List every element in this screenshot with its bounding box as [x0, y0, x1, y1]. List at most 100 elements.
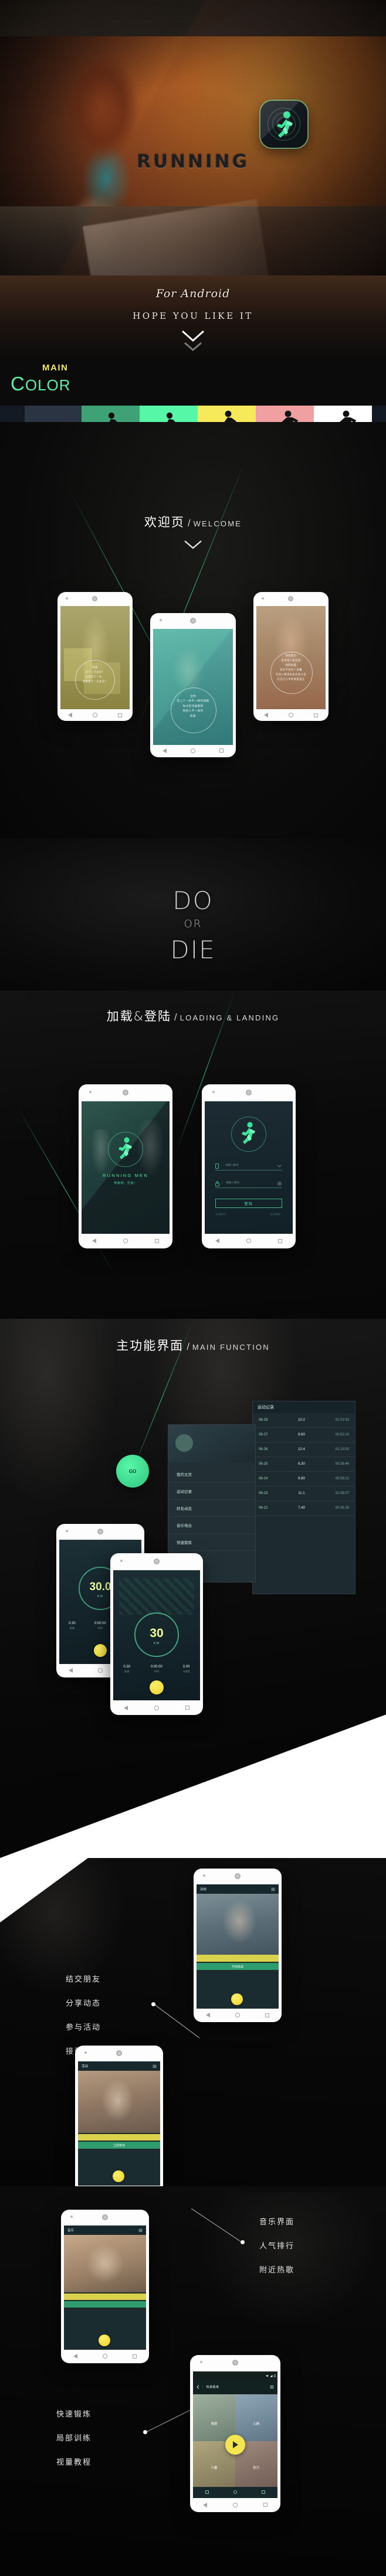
nav-back-icon[interactable]: [203, 2502, 207, 2507]
training-tile[interactable]: 强度: [193, 2394, 235, 2441]
welcome-slide-1[interactable]: 你是 苦了一万多天？ 还是活了一天， 却重复了一万多次？: [57, 592, 133, 721]
slide-2-screen[interactable]: 当你 走上了一条不一样的道路 你才有可能看到 和别人不一样的 风景: [153, 629, 233, 745]
menu-item[interactable]: 快速锻炼: [168, 1534, 255, 1551]
bottom-icon-3[interactable]: [262, 2490, 265, 2495]
hamburger-menu-icon[interactable]: [138, 2228, 143, 2233]
nav-home-icon[interactable]: [233, 2502, 238, 2507]
nav-recents-icon[interactable]: [185, 1706, 190, 1710]
play-button[interactable]: [225, 2435, 245, 2455]
nav-back-icon[interactable]: [206, 2013, 211, 2018]
nav-recents-icon[interactable]: [265, 2013, 269, 2017]
feed-fab[interactable]: [231, 1993, 243, 2005]
nav-back-icon[interactable]: [162, 748, 167, 753]
run-map-screen[interactable]: 30 KM 0.30 配速 0:00:00 时间 0.00 卡路里: [110, 1553, 203, 1715]
nav-recents-icon[interactable]: [278, 1238, 282, 1243]
nav-back-icon[interactable]: [123, 1705, 128, 1710]
table-row[interactable]: 06-24 9.80 00:58:21: [253, 1472, 355, 1486]
menu-item[interactable]: 好友动态: [168, 1500, 255, 1517]
menu-item[interactable]: 运动记录: [168, 1483, 255, 1500]
feed-cta-button[interactable]: 开始挑战: [197, 1963, 279, 1970]
back-arrow-icon[interactable]: [197, 2385, 199, 2390]
friend-feed-screen[interactable]: 动态 开始挑战: [194, 1869, 282, 2022]
nav-back-icon[interactable]: [69, 1668, 73, 1673]
chevron-down-icon[interactable]: [277, 1165, 282, 1168]
hamburger-menu-icon[interactable]: [270, 2385, 274, 2389]
splash-canvas[interactable]: RUNNING MEN 奔跑吧，兄弟！: [82, 1101, 170, 1234]
activity-canvas[interactable]: 活动 立即参加: [78, 2061, 160, 2186]
account-field[interactable]: | 请输入账号: [215, 1162, 282, 1170]
table-row[interactable]: 06-22 7.40 00:45:16: [253, 1501, 355, 1516]
nav-home-icon[interactable]: [190, 748, 195, 753]
nav-back-icon[interactable]: [92, 1238, 96, 1244]
map-canvas[interactable]: 30 KM 0.30 配速 0:00:00 时间 0.00 卡路里: [113, 1570, 200, 1700]
map-action-button[interactable]: [150, 1680, 164, 1694]
android-navbar[interactable]: [57, 709, 133, 721]
table-row[interactable]: 06-27 8.60 00:52:10: [253, 1428, 355, 1442]
slide-3-screen[interactable]: 你的努力 也许有人会讥讽 你的执着 也许不会有人读懂 在别人眼里你也许是小丑 在…: [256, 606, 326, 709]
slide-1-screen[interactable]: 你是 苦了一万多天？ 还是活了一天， 却重复了一万多次？: [60, 606, 130, 709]
table-row[interactable]: 06-23 11.1 01:08:07: [253, 1486, 355, 1501]
android-navbar[interactable]: [61, 2349, 149, 2363]
nav-home-icon[interactable]: [123, 1238, 128, 1244]
nav-home-icon[interactable]: [288, 713, 293, 718]
timer-action-button[interactable]: [94, 1644, 107, 1657]
nav-recents-icon[interactable]: [314, 713, 319, 717]
login-submit-button[interactable]: 登陆: [215, 1199, 282, 1208]
nav-home-icon[interactable]: [235, 2013, 240, 2018]
music-canvas[interactable]: 音乐: [64, 2225, 146, 2350]
android-navbar[interactable]: [79, 1234, 172, 1248]
bottom-icon-1[interactable]: [205, 2490, 209, 2495]
nav-recents-icon[interactable]: [155, 1238, 159, 1243]
training-bottom-bar[interactable]: [193, 2486, 277, 2498]
hamburger-menu-icon[interactable]: [271, 1887, 275, 1891]
training-tile[interactable]: 心肺: [235, 2394, 277, 2441]
nav-home-icon[interactable]: [102, 2354, 107, 2359]
menu-item[interactable]: 我的主页: [168, 1466, 255, 1483]
password-field[interactable]: | 请输入密码: [215, 1180, 282, 1188]
splash-screen[interactable]: RUNNING MEN 奔跑吧，兄弟！: [79, 1084, 172, 1248]
run-record-list[interactable]: 运动记录 06-28 10.2 01:02:33 06-27 8.60 00:52:10…: [252, 1401, 355, 1594]
training-canvas[interactable]: | 快速锻炼 强度 心肺 力量 耐力: [193, 2371, 277, 2498]
login-screen[interactable]: | 请输入账号 | 请输入密码 登陆 忘记账号？ 忘记密码？: [202, 1084, 296, 1248]
nav-recents-icon[interactable]: [132, 2354, 137, 2359]
nav-home-icon[interactable]: [154, 1705, 159, 1710]
feed-canvas[interactable]: 动态 开始挑战: [197, 1884, 279, 2009]
welcome-slide-2[interactable]: 当你 走上了一条不一样的道路 你才有可能看到 和别人不一样的 风景: [150, 613, 236, 757]
avatar[interactable]: [175, 1434, 193, 1452]
start-run-button[interactable]: GO: [116, 1455, 149, 1488]
nav-recents-icon[interactable]: [263, 2503, 268, 2507]
nav-back-icon[interactable]: [67, 713, 72, 718]
nav-recents-icon[interactable]: [219, 748, 224, 753]
welcome-slide-3[interactable]: 你的努力 也许有人会讥讽 你的执着 也许不会有人读懂 在别人眼里你也许是小丑 在…: [253, 592, 329, 721]
music-player-screen[interactable]: 音乐: [61, 2210, 149, 2363]
login-canvas[interactable]: | 请输入账号 | 请输入密码 登陆 忘记账号？ 忘记密码？: [205, 1101, 293, 1234]
activity-screen[interactable]: 活动 立即参加: [75, 2046, 163, 2186]
android-navbar[interactable]: [194, 2008, 282, 2022]
forgot-password-link[interactable]: 忘记密码？: [270, 1213, 282, 1216]
activity-cta-button[interactable]: 立即参加: [78, 2142, 160, 2149]
nav-back-icon[interactable]: [215, 1238, 219, 1244]
table-row[interactable]: 06-28 10.2 01:02:33: [253, 1413, 355, 1428]
nav-recents-icon[interactable]: [118, 713, 123, 717]
quick-training-screen[interactable]: | 快速锻炼 强度 心肺 力量 耐力: [190, 2355, 280, 2512]
table-row[interactable]: 06-26 12.4 01:15:02: [253, 1442, 355, 1457]
android-navbar[interactable]: [253, 709, 329, 721]
hamburger-menu-icon[interactable]: [153, 2064, 157, 2068]
bottom-icon-2[interactable]: [233, 2490, 237, 2495]
music-play-fab[interactable]: [99, 2335, 110, 2346]
nav-back-icon[interactable]: [263, 713, 268, 718]
activity-fab[interactable]: [113, 2170, 124, 2182]
nav-home-icon[interactable]: [92, 713, 97, 718]
android-navbar[interactable]: [110, 1700, 203, 1715]
menu-item[interactable]: 音乐电台: [168, 1517, 255, 1534]
android-navbar[interactable]: [190, 2498, 280, 2512]
table-row[interactable]: 06-25 6.30 00:38:44: [253, 1457, 355, 1472]
forgot-account-link[interactable]: 忘记账号？: [215, 1213, 228, 1216]
nav-back-icon[interactable]: [73, 2354, 78, 2359]
android-navbar[interactable]: [202, 1234, 296, 1248]
android-navbar[interactable]: [150, 744, 236, 757]
nav-home-icon[interactable]: [246, 1238, 251, 1244]
clear-circle-icon[interactable]: [277, 1182, 282, 1186]
menu-items[interactable]: 我的主页 运动记录 好友动态 音乐电台 快速锻炼 设置: [168, 1466, 255, 1567]
nav-home-icon[interactable]: [97, 1668, 103, 1673]
